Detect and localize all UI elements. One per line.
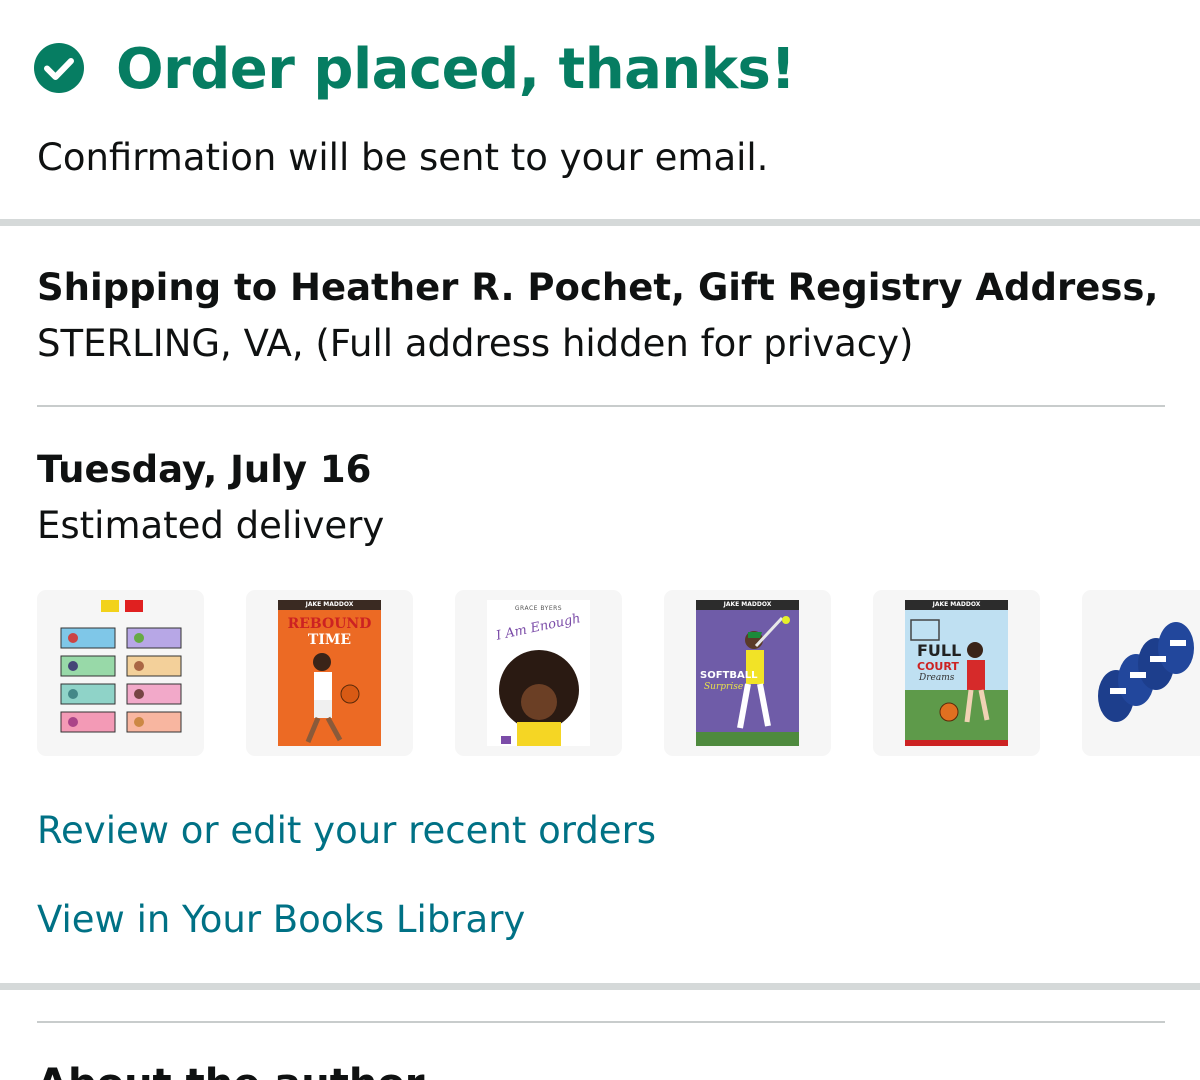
order-placed-title: Order placed, thanks! [116, 37, 796, 102]
cover-title-line3: Dreams [919, 673, 955, 683]
order-confirmation-page: Order placed, thanks! Confirmation will … [0, 0, 1200, 1080]
cover-title-line2: Surprise [704, 682, 744, 692]
cover-title-line2: TIME [307, 632, 352, 648]
book-cover-i-am-enough: GRACE BYERS I Am Enough [487, 600, 590, 746]
review-recent-orders-link[interactable]: Review or edit your recent orders [37, 806, 656, 856]
section-divider [0, 219, 1200, 226]
cover-title-line1: SOFTBALL [700, 670, 758, 681]
view-books-library-link[interactable]: View in Your Books Library [37, 895, 525, 945]
cover-author-band: JAKE MADDOX [278, 600, 381, 610]
cover-title-line1: FULL [917, 641, 962, 660]
item-thumbnail-softball-surprise[interactable]: JAKE MADDOX SOFTBALL Surprise [664, 590, 831, 756]
section-divider [0, 983, 1200, 990]
item-thumbnail-flash-cards[interactable] [37, 590, 204, 756]
item-thumbnail-rebound-time[interactable]: JAKE MADDOX REBOUND TIME [246, 590, 413, 756]
ordered-items-carousel: JAKE MADDOX REBOUND TIME GRACE BYERS I A… [37, 590, 1200, 758]
about-author-heading: About the author [37, 1058, 425, 1080]
basketball-player-illustration [305, 653, 360, 743]
divider [37, 405, 1165, 407]
cover-title-line2: COURT [917, 660, 959, 673]
item-thumbnail-i-am-enough[interactable]: GRACE BYERS I Am Enough [455, 590, 622, 756]
book-cover-rebound-time: JAKE MADDOX REBOUND TIME [278, 600, 381, 746]
cover-author-band: JAKE MADDOX [905, 600, 1008, 610]
label-tape-image [1098, 622, 1194, 722]
girl-portrait-illustration [499, 650, 579, 746]
divider [37, 1021, 1165, 1023]
cover-title-line1: REBOUND [287, 616, 372, 632]
order-confirmation-header: Order placed, thanks! Confirmation will … [0, 0, 1200, 218]
book-cover-full-court-dreams: JAKE MADDOX FULL COURT Dreams [905, 600, 1008, 746]
item-thumbnail-label-tape[interactable] [1082, 590, 1200, 756]
confirmation-email-note: Confirmation will be sent to your email. [37, 136, 769, 179]
delivery-date: Tuesday, July 16 [37, 448, 372, 491]
check-circle-icon [34, 43, 84, 93]
book-cover-softball-surprise: JAKE MADDOX SOFTBALL Surprise [696, 600, 799, 746]
cover-author-band: JAKE MADDOX [696, 600, 799, 610]
item-thumbnail-full-court-dreams[interactable]: JAKE MADDOX FULL COURT Dreams [873, 590, 1040, 756]
shipping-city: STERLING, VA, (Full address hidden for p… [37, 322, 914, 365]
shipping-recipient: Shipping to Heather R. Pochet, Gift Regi… [37, 266, 1159, 309]
flash-cards-image [60, 600, 182, 733]
estimated-delivery-label: Estimated delivery [37, 504, 385, 547]
